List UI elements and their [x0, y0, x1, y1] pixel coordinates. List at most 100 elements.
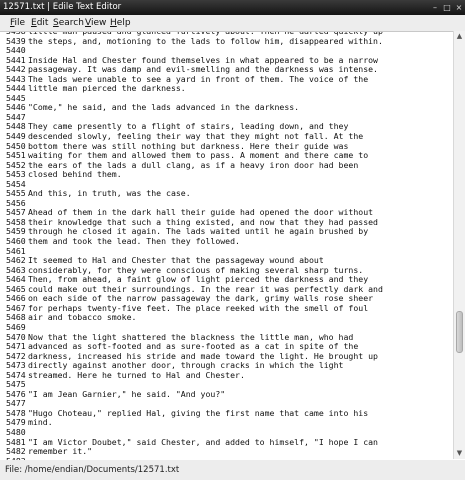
line-number: 5450	[6, 141, 26, 151]
line-number: 5455	[6, 189, 26, 199]
line-text: descended slowly, feeling their way that…	[28, 132, 364, 142]
line-text: them and took the lead. Then they follow…	[28, 237, 240, 247]
line-number: 5459	[6, 227, 26, 237]
line-text: Then, from ahead, a faint glow of light …	[28, 275, 369, 285]
menu-help[interactable]: Help	[110, 17, 131, 29]
text-line: 5453 closed behind them.	[6, 170, 451, 180]
line-text: And this, in truth, was the case.	[28, 189, 191, 199]
menu-file-rest: ile	[14, 18, 26, 28]
maximize-button[interactable]: □	[442, 0, 452, 15]
line-number: 5445	[6, 93, 26, 103]
text-line: 5464 Then, from ahead, a faint glow of li…	[6, 275, 451, 285]
line-number: 5442	[6, 65, 26, 75]
text-line: 5454	[6, 180, 451, 190]
status-bar: File: /home/endian/Documents/12571.txt	[0, 460, 465, 480]
line-number: 5458	[6, 217, 26, 227]
line-number: 5439	[6, 36, 26, 46]
title-bar: 12571.txt | Edile Text Editor – □ ×	[0, 0, 465, 15]
minimize-button[interactable]: –	[430, 0, 440, 15]
text-lines: 5438 little man paused and glanced furtiv…	[6, 32, 451, 460]
line-text: passageway. It was damp and evil-smellin…	[28, 65, 378, 75]
text-line: 5461	[6, 247, 451, 257]
line-number: 5456	[6, 198, 26, 208]
line-number: 5471	[6, 342, 26, 352]
line-text: closed behind them.	[28, 170, 122, 180]
line-number: 5473	[6, 361, 26, 371]
line-number: 5466	[6, 294, 26, 304]
text-line: 5447	[6, 113, 451, 123]
line-number: 5449	[6, 132, 26, 142]
line-text: directly against another door, through c…	[28, 361, 344, 371]
line-text: for perhaps twenty-five feet. The place …	[28, 303, 369, 313]
line-number: 5475	[6, 380, 26, 390]
line-number: 5457	[6, 208, 26, 218]
menu-help-rest: elp	[116, 18, 131, 28]
text-editor-area[interactable]: 5438 little man paused and glanced furtiv…	[0, 31, 465, 461]
text-line: 5460 them and took the lead. Then they fo…	[6, 237, 451, 247]
menu-edit[interactable]: Edit	[31, 17, 48, 29]
line-number: 5448	[6, 122, 26, 132]
text-line: 5442 passageway. It was damp and evil-sme…	[6, 65, 451, 75]
text-line: 5446 "Come," he said, and the lads advanc…	[6, 103, 451, 113]
line-number: 5476	[6, 389, 26, 399]
line-text: It seemed to Hal and Chester that the pa…	[28, 256, 324, 266]
line-text: streamed. Here he turned to Hal and Ches…	[28, 370, 245, 380]
text-line: 5480	[6, 428, 451, 438]
window-title: 12571.txt | Edile Text Editor	[3, 2, 122, 12]
line-number: 5451	[6, 151, 26, 161]
line-text: considerably, for they were conscious of…	[28, 265, 364, 275]
line-text: the ears of the lads a dull clang, as if…	[28, 160, 359, 170]
line-number: 5465	[6, 284, 26, 294]
text-line: 5458 their knowledge that such a thing ex…	[6, 218, 451, 228]
text-line: 5475	[6, 380, 451, 390]
line-number: 5446	[6, 103, 26, 113]
text-line: 5470 Now that the light shattered the bla…	[6, 333, 451, 343]
line-text: the steps, and, motioning to the lads to…	[28, 36, 383, 46]
line-number: 5482	[6, 447, 26, 457]
line-text: "Come," he said, and the lads advanced i…	[28, 103, 300, 113]
line-text: advanced as soft-footed and as sure-foot…	[28, 342, 359, 352]
menu-edit-rest: dit	[36, 18, 49, 28]
text-line: 5441 Inside Hal and Chester found themsel…	[6, 56, 451, 66]
scroll-down-arrow-icon[interactable]: ▼	[455, 449, 464, 458]
line-text: bottom there was still nothing but darkn…	[28, 141, 349, 151]
menu-help-mnemonic: H	[110, 18, 117, 28]
menu-file[interactable]: File	[10, 17, 25, 29]
menu-view[interactable]: View	[85, 17, 106, 29]
menu-search[interactable]: Search	[53, 17, 84, 29]
line-text: remember it."	[28, 447, 93, 457]
text-line: 5469	[6, 323, 451, 333]
text-line: 5468 air and tobacco smoke.	[6, 313, 451, 323]
line-text: through he closed it again. The lads wai…	[28, 227, 369, 237]
line-text: little man pierced the darkness.	[28, 84, 186, 94]
line-text: their knowledge that such a thing existe…	[28, 217, 378, 227]
line-text: could make out their surroundings. In th…	[28, 284, 383, 294]
text-line: 5450 bottom there was still nothing but d…	[6, 142, 451, 152]
text-line: 5452 the ears of the lads a dull clang, a…	[6, 161, 451, 171]
line-number: 5468	[6, 313, 26, 323]
line-number: 5441	[6, 55, 26, 65]
menu-search-rest: earch	[58, 18, 84, 28]
line-text: darkness, increased his stride and made …	[28, 351, 378, 361]
line-number: 5467	[6, 303, 26, 313]
line-text: Now that the light shattered the blackne…	[28, 332, 354, 342]
text-line: 5473 directly against another door, throu…	[6, 361, 451, 371]
text-line: 5482 remember it."	[6, 447, 451, 457]
line-text: on each side of the narrow passageway th…	[28, 294, 374, 304]
menu-view-rest: iew	[90, 18, 107, 28]
text-line: 5451 waiting for them and allowed them to…	[6, 151, 451, 161]
scroll-up-arrow-icon[interactable]: ▲	[455, 32, 464, 41]
scrollbar-thumb[interactable]	[456, 311, 463, 353]
line-text: Ahead of them in the dark hall their gui…	[28, 208, 374, 218]
line-number: 5444	[6, 84, 26, 94]
vertical-scrollbar[interactable]: ▲ ▼	[453, 31, 465, 459]
line-text: mind.	[28, 418, 53, 428]
line-text: "Hugo Choteau," replied Hal, giving the …	[28, 408, 369, 418]
line-number: 5460	[6, 237, 26, 247]
line-number: 5452	[6, 160, 26, 170]
close-button[interactable]: ×	[454, 0, 464, 15]
menu-bar: File Edit Search View Help	[0, 15, 465, 31]
line-number: 5464	[6, 275, 26, 285]
line-number: 5469	[6, 322, 26, 332]
text-line: 5465 could make out their surroundings. I…	[6, 285, 451, 295]
